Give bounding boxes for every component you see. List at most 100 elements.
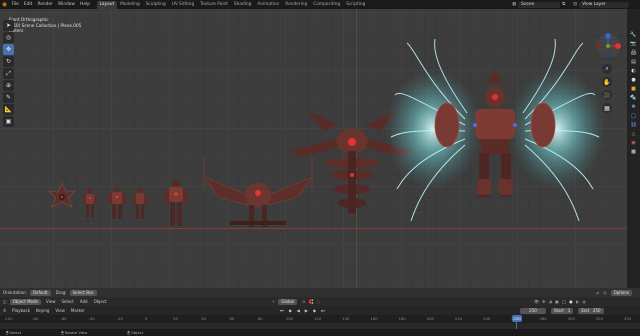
transform-orientation-dropdown[interactable]: Global: [278, 298, 298, 305]
shading-solid-icon[interactable]: ●: [569, 299, 573, 304]
cursor-tool-icon[interactable]: ◎: [3, 32, 14, 43]
model-robot-4[interactable]: [133, 187, 147, 219]
timeline-view-menu[interactable]: View: [52, 308, 68, 313]
measure-tool-icon[interactable]: 📐: [3, 104, 14, 115]
camera-view-icon[interactable]: 🎥: [602, 90, 612, 100]
particles-props-icon[interactable]: ✺: [630, 103, 637, 110]
shading-rendered-icon[interactable]: ◍: [582, 299, 586, 304]
orientation-dropdown[interactable]: Default: [29, 289, 51, 296]
menu-select[interactable]: Select: [58, 299, 76, 304]
keying-menu[interactable]: Keying: [33, 308, 52, 313]
menu-object[interactable]: Object: [91, 299, 110, 304]
pan-hand-icon[interactable]: ✋: [602, 77, 612, 87]
move-tool-icon[interactable]: ✥: [3, 44, 14, 55]
jump-start-icon[interactable]: ⏮: [280, 308, 284, 313]
scale-tool-icon[interactable]: ⤢: [3, 68, 14, 79]
physics-props-icon[interactable]: ◯: [630, 112, 637, 119]
transform-orientation-icon[interactable]: ⊹: [272, 299, 275, 304]
select-tool-icon[interactable]: ➤: [3, 20, 14, 31]
play-icon[interactable]: ▶: [305, 308, 308, 313]
snap-icon[interactable]: ⊿: [596, 290, 599, 295]
menu-file[interactable]: File: [9, 0, 21, 9]
rotate-tool-icon[interactable]: ↻: [3, 56, 14, 67]
output-props-icon[interactable]: 🖨: [630, 49, 637, 56]
options-dropdown[interactable]: Options: [610, 289, 632, 296]
proportional-edit-icon[interactable]: ◎: [603, 290, 607, 295]
playback-menu[interactable]: Playback: [9, 308, 33, 313]
annotate-tool-icon[interactable]: ✎: [3, 92, 14, 103]
editor-type-icon[interactable]: ◫: [0, 299, 10, 304]
menu-render[interactable]: Render: [35, 0, 56, 9]
xray-toggle-icon[interactable]: ▣: [555, 299, 559, 304]
tab-uv-editing[interactable]: UV Editing: [169, 1, 197, 9]
timeline-ruler[interactable]: -100 -80 -60 -40 -20 0 20 40 60 80 100 120 140 160 180…: [0, 315, 640, 323]
tab-texture-paint[interactable]: Texture Paint: [197, 1, 231, 9]
tab-animation[interactable]: Animation: [254, 1, 282, 9]
snap-toggle-icon[interactable]: 🧲: [308, 299, 313, 304]
tool-props-icon[interactable]: 🔧: [630, 31, 637, 38]
model-robot-2[interactable]: [83, 188, 97, 218]
drag-dropdown[interactable]: Select Box: [69, 289, 97, 296]
top-bar: ◉ File Edit Render Window Help Layout Modelin…: [0, 0, 640, 9]
gizmo-toggle-icon[interactable]: ✥: [542, 299, 545, 304]
end-frame-field[interactable]: End 250: [578, 307, 604, 314]
start-frame-field[interactable]: Start 1: [551, 307, 574, 314]
data-props-icon[interactable]: △: [630, 130, 637, 137]
blender-logo-icon[interactable]: ◉: [0, 0, 9, 9]
3d-viewport[interactable]: Front Orthographic (250) Scene Collectio…: [0, 9, 627, 290]
view-layer-props-icon[interactable]: ▤: [630, 58, 637, 65]
scene-field[interactable]: Scene: [518, 1, 561, 8]
view-layer-field[interactable]: View Layer: [579, 1, 630, 8]
shading-wireframe-icon[interactable]: ◯: [562, 299, 566, 304]
playhead[interactable]: 250: [512, 315, 522, 322]
grid-toggle-icon[interactable]: ▦: [602, 103, 612, 113]
world-props-icon[interactable]: ●: [630, 76, 637, 83]
jump-end-icon[interactable]: ⏭: [321, 308, 325, 313]
axis-gizmo[interactable]: [594, 32, 622, 60]
texture-props-icon[interactable]: ▩: [630, 148, 637, 155]
shading-material-icon[interactable]: ◐: [576, 299, 580, 304]
tab-layout[interactable]: Layout: [96, 1, 118, 9]
material-props-icon[interactable]: ◉: [630, 139, 637, 146]
zoom-icon[interactable]: ⌕: [602, 64, 612, 74]
view-layer-selector[interactable]: ▤ View Layer: [573, 0, 630, 9]
constraints-props-icon[interactable]: ⛓: [630, 121, 637, 128]
overlays-toggle-icon[interactable]: ◑: [548, 299, 552, 304]
tab-modeling[interactable]: Modeling: [117, 1, 143, 9]
menu-help[interactable]: Help: [78, 0, 93, 9]
model-glowing-winged-robot-8[interactable]: [385, 38, 605, 222]
tab-scripting[interactable]: Scripting: [343, 1, 368, 9]
menu-window[interactable]: Window: [55, 0, 77, 9]
model-robot-3[interactable]: [108, 186, 126, 219]
scene-props-icon[interactable]: ◐: [630, 67, 637, 74]
pivot-icon[interactable]: ⊙: [302, 299, 305, 304]
marker-menu[interactable]: Marker: [68, 308, 88, 313]
object-props-icon[interactable]: ■: [630, 85, 637, 92]
play-reverse-icon[interactable]: ◀: [297, 308, 300, 313]
menu-edit[interactable]: Edit: [21, 0, 35, 9]
model-winged-creature-6[interactable]: [203, 157, 313, 227]
scene-selector[interactable]: ▦ Scene ⧉: [512, 0, 565, 9]
proportional-toggle-icon[interactable]: ◌: [316, 299, 320, 304]
ruler-tick-label: -60: [60, 316, 67, 321]
new-scene-icon[interactable]: ⧉: [562, 2, 565, 7]
tab-sculpting[interactable]: Sculpting: [143, 1, 169, 9]
transform-tool-icon[interactable]: ⊕: [3, 80, 14, 91]
tab-compositing[interactable]: Compositing: [310, 1, 343, 9]
menu-view[interactable]: View: [43, 299, 59, 304]
timeline-editor-icon[interactable]: ⏱: [0, 308, 9, 313]
tab-shading[interactable]: Shading: [231, 1, 254, 9]
model-robot-5[interactable]: [164, 179, 188, 226]
model-creature-1[interactable]: [48, 182, 76, 208]
next-key-icon[interactable]: ◆: [313, 308, 316, 313]
add-cube-tool-icon[interactable]: ▣: [3, 116, 14, 127]
current-frame-field[interactable]: 250: [520, 307, 546, 314]
visibility-icon[interactable]: 👁: [534, 299, 539, 304]
modifier-props-icon[interactable]: 🔩: [630, 94, 637, 101]
menu-add[interactable]: Add: [77, 299, 91, 304]
render-props-icon[interactable]: 📷: [630, 40, 637, 47]
tab-rendering[interactable]: Rendering: [282, 1, 310, 9]
mode-dropdown[interactable]: Object Mode: [9, 298, 41, 305]
prev-key-icon[interactable]: ◆: [289, 308, 292, 313]
ruler-tick-label: 180: [398, 316, 406, 321]
